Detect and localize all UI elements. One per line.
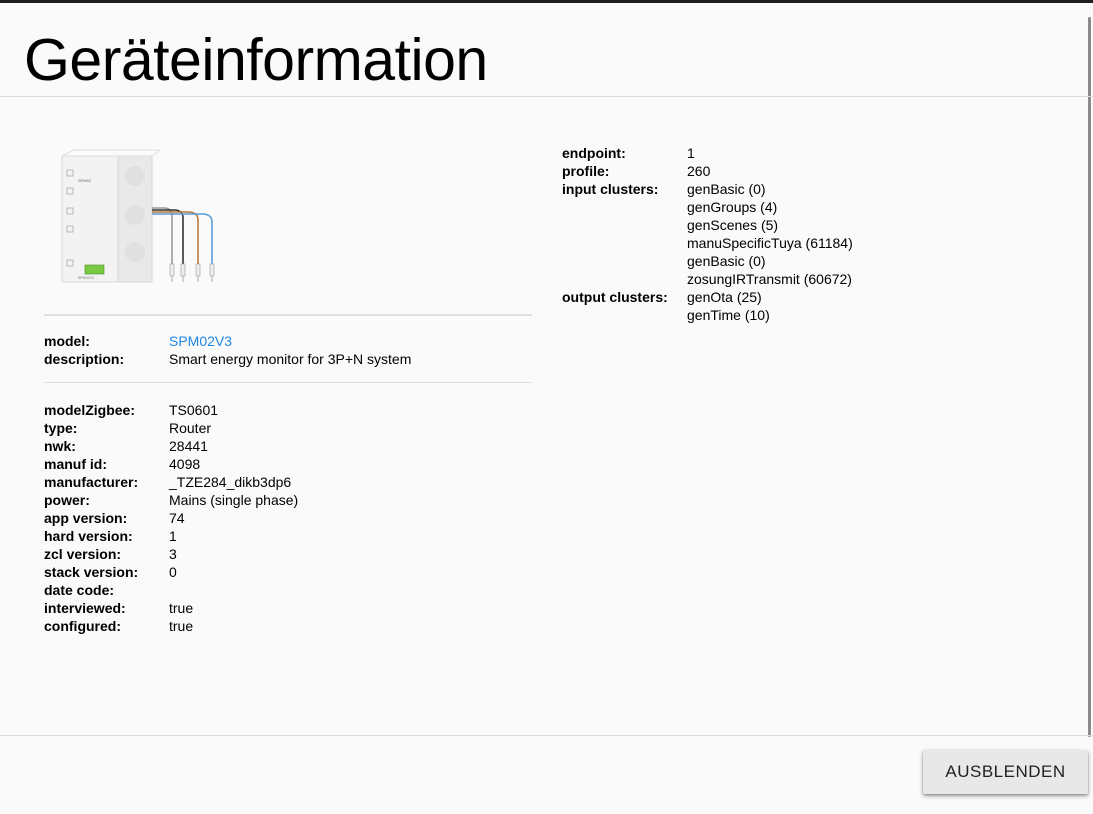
detail-key: manuf id: xyxy=(44,456,107,472)
section-divider xyxy=(44,314,532,316)
detail-value: 28441 xyxy=(169,438,208,454)
detail-row: hard version: 1 xyxy=(44,527,298,545)
detail-key: stack version: xyxy=(44,564,139,580)
endpoint-row: endpoint: 1 xyxy=(562,144,853,162)
detail-row: configured: true xyxy=(44,617,298,635)
hide-button[interactable]: AUSBLENDEN xyxy=(923,750,1088,794)
output-clusters-list: genOta (25) genTime (10) xyxy=(687,288,770,324)
detail-row: modelZigbee: TS0601 xyxy=(44,401,298,419)
device-summary: model: SPM02V3 description: Smart energy… xyxy=(44,332,411,368)
detail-row: stack version: 0 xyxy=(44,563,298,581)
detail-key: modelZigbee: xyxy=(44,402,136,418)
detail-key: manufacturer: xyxy=(44,474,139,490)
model-link[interactable]: SPM02V3 xyxy=(169,332,232,350)
detail-value: Router xyxy=(169,420,212,436)
detail-value: 1 xyxy=(169,528,177,544)
detail-row: manufacturer: _TZE284_dikb3dp6 xyxy=(44,473,298,491)
detail-key: type: xyxy=(44,420,78,436)
detail-key: date code: xyxy=(44,582,115,598)
header-divider xyxy=(0,96,1093,97)
cluster-item: zosungIRTransmit (60672) xyxy=(687,271,852,287)
detail-row: app version: 74 xyxy=(44,509,298,527)
detail-value: Mains (single phase) xyxy=(169,492,299,508)
input-clusters-list: genBasic (0) genGroups (4) genScenes (5)… xyxy=(687,180,853,288)
endpoint-info: endpoint: 1 profile: 260 input clusters:… xyxy=(562,144,853,324)
device-details: modelZigbee: TS0601 type: Router nwk: 28441… xyxy=(44,401,298,635)
detail-value: _TZE284_dikb3dp6 xyxy=(169,474,292,490)
output-clusters-row: output clusters: genOta (25) genTime (10… xyxy=(562,288,853,324)
endpoint-value: 1 xyxy=(687,145,695,161)
input-clusters-label: input clusters: xyxy=(562,181,659,197)
detail-row: type: Router xyxy=(44,419,298,437)
detail-key: nwk: xyxy=(44,438,76,454)
detail-value: 3 xyxy=(169,546,177,562)
detail-value: TS0601 xyxy=(169,402,219,418)
detail-key: hard version: xyxy=(44,528,133,544)
output-clusters-label: output clusters: xyxy=(562,289,668,305)
cluster-item: genBasic (0) xyxy=(687,253,766,269)
detail-row: nwk: 28441 xyxy=(44,437,298,455)
profile-value: 260 xyxy=(687,163,711,179)
description-value: Smart energy monitor for 3P+N system xyxy=(169,351,412,367)
device-info-dialog: Geräteinformation SPM02 SPM02V3 model: S… xyxy=(0,3,1093,814)
model-label: model: xyxy=(44,333,90,349)
detail-value: true xyxy=(169,600,194,616)
detail-key: interviewed: xyxy=(44,600,126,616)
device-image: SPM02 SPM02V3 xyxy=(61,149,215,283)
cluster-item: genGroups (4) xyxy=(687,199,778,215)
cluster-item: genTime (10) xyxy=(687,307,770,323)
profile-label: profile: xyxy=(562,163,610,179)
detail-value: 0 xyxy=(169,564,177,580)
input-clusters-row: input clusters: genBasic (0) genGroups (… xyxy=(562,180,853,288)
detail-value: 74 xyxy=(169,510,185,526)
scrollbar[interactable] xyxy=(1088,17,1091,737)
description-row: description: Smart energy monitor for 3P… xyxy=(44,350,411,368)
cluster-item: genBasic (0) xyxy=(687,181,766,197)
detail-value: 4098 xyxy=(169,456,201,472)
cluster-item: genScenes (5) xyxy=(687,217,779,233)
detail-row: power: Mains (single phase) xyxy=(44,491,298,509)
device-footer-print: SPM02V3 xyxy=(78,276,94,280)
description-label: description: xyxy=(44,351,125,367)
detail-row: manuf id: 4098 xyxy=(44,455,298,473)
device-model-print: SPM02 xyxy=(78,178,92,183)
footer-divider xyxy=(0,735,1093,736)
profile-row: profile: 260 xyxy=(562,162,853,180)
section-divider xyxy=(44,382,532,383)
endpoint-label: endpoint: xyxy=(562,145,626,161)
detail-key: configured: xyxy=(44,618,121,634)
detail-row: date code: xyxy=(44,581,298,599)
detail-key: app version: xyxy=(44,510,128,526)
cluster-item: genOta (25) xyxy=(687,289,762,305)
detail-value: true xyxy=(169,618,194,634)
dialog-title: Geräteinformation xyxy=(24,27,488,93)
model-row: model: SPM02V3 xyxy=(44,332,411,350)
detail-key: zcl version: xyxy=(44,546,122,562)
cluster-item: manuSpecificTuya (61184) xyxy=(687,235,853,251)
detail-key: power: xyxy=(44,492,90,508)
detail-row: interviewed: true xyxy=(44,599,298,617)
detail-row: zcl version: 3 xyxy=(44,545,298,563)
